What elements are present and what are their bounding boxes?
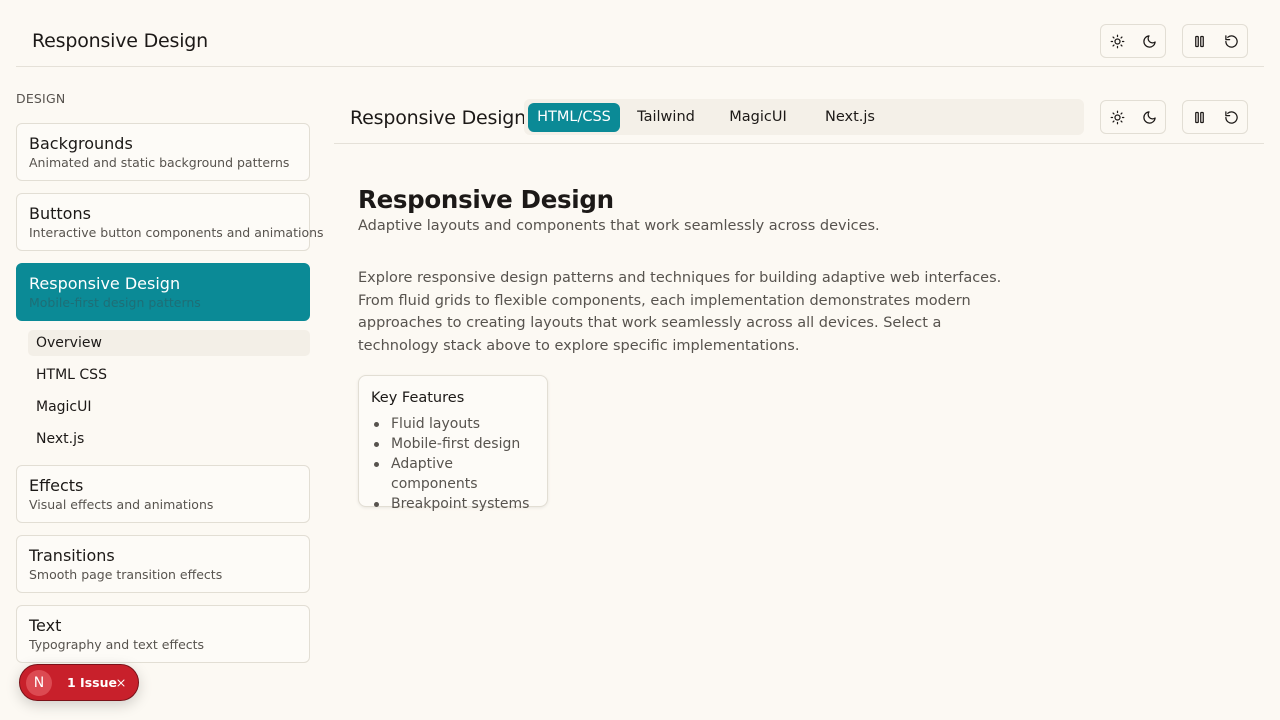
close-issue-button[interactable] — [112, 674, 130, 692]
sidebar-item-description: Smooth page transition effects — [29, 567, 223, 582]
issue-badge[interactable]: N 1 Issue — [19, 664, 139, 701]
sidebar-item-title: Effects — [29, 476, 84, 495]
sidebar-item-description: Visual effects and animations — [29, 497, 214, 512]
key-features-list: Fluid layouts Mobile-first design Adapti… — [371, 414, 535, 514]
reload-icon — [1224, 34, 1238, 48]
pause-button[interactable] — [1183, 25, 1215, 57]
feature-item: Breakpoint systems — [371, 494, 535, 514]
nextjs-avatar: N — [26, 670, 52, 696]
dark-mode-button[interactable] — [1133, 101, 1165, 133]
main-content: Responsive Design Adaptive layouts and c… — [358, 184, 1038, 358]
light-mode-button[interactable] — [1101, 101, 1133, 133]
content-animation-control-group — [1182, 100, 1248, 134]
sidebar-item-title: Transitions — [29, 546, 115, 565]
sidebar-subitem-overview[interactable]: Overview — [28, 330, 310, 356]
feature-item: Fluid layouts — [371, 414, 535, 434]
sidebar-item-buttons[interactable]: Buttons Interactive button components an… — [16, 193, 324, 251]
tab-tailwind[interactable]: Tailwind — [622, 103, 710, 132]
sidebar-item-title: Text — [29, 616, 62, 635]
light-mode-button[interactable] — [1101, 25, 1133, 57]
sidebar-item-title: Buttons — [29, 204, 91, 223]
theme-toggle-group — [1100, 24, 1166, 58]
tech-stack-tabs: HTML/CSS Tailwind MagicUI Next.js — [524, 99, 1084, 135]
sidebar-item-description: Mobile-first design patterns — [29, 295, 201, 310]
animation-control-group — [1182, 24, 1248, 58]
sidebar-item-text[interactable]: Text Typography and text effects — [16, 605, 310, 663]
app-title: Responsive Design — [32, 30, 209, 52]
sun-icon — [1110, 110, 1124, 124]
sidebar-item-title: Responsive Design — [29, 274, 181, 293]
sidebar-subitem-html-css[interactable]: HTML CSS — [28, 362, 310, 388]
dark-mode-button[interactable] — [1133, 25, 1165, 57]
sidebar-item-responsive-design[interactable]: Responsive Design Mobile-first design pa… — [16, 263, 310, 321]
page-title: Responsive Design — [358, 185, 614, 214]
sidebar-item-effects[interactable]: Effects Visual effects and animations — [16, 465, 310, 523]
issue-count-label: 1 Issue — [67, 675, 117, 690]
tab-nextjs[interactable]: Next.js — [806, 103, 894, 132]
feature-item: Adaptive components — [371, 454, 535, 494]
content-header-title: Responsive Design — [350, 107, 527, 129]
reload-button[interactable] — [1215, 101, 1247, 133]
sidebar-section-label: DESIGN — [16, 91, 66, 106]
pause-button[interactable] — [1183, 101, 1215, 133]
key-features-title: Key Features — [371, 390, 465, 406]
tab-html-css[interactable]: HTML/CSS — [528, 103, 620, 132]
pause-icon — [1194, 111, 1204, 123]
page-subtitle: Adaptive layouts and components that wor… — [358, 218, 880, 234]
feature-item: Mobile-first design — [371, 434, 535, 454]
page-description: Explore responsive design patterns and t… — [358, 270, 1002, 355]
key-features-card: Key Features Fluid layouts Mobile-first … — [358, 375, 548, 512]
moon-icon — [1142, 110, 1156, 124]
close-icon — [117, 679, 125, 687]
sun-icon — [1110, 34, 1124, 48]
content-theme-toggle-group — [1100, 100, 1166, 134]
sidebar-item-description: Typography and text effects — [29, 637, 205, 652]
tab-magicui[interactable]: MagicUI — [712, 103, 804, 132]
sidebar-item-title: Backgrounds — [29, 134, 133, 153]
sidebar-item-description: Animated and static background patterns — [29, 155, 290, 170]
sidebar-item-backgrounds[interactable]: Backgrounds Animated and static backgrou… — [16, 123, 310, 181]
sidebar-item-transitions[interactable]: Transitions Smooth page transition effec… — [16, 535, 310, 593]
sidebar-subitem-nextjs[interactable]: Next.js — [28, 426, 310, 452]
pause-icon — [1194, 35, 1204, 47]
moon-icon — [1142, 34, 1156, 48]
sidebar-item-description: Interactive button components and animat… — [29, 225, 324, 240]
top-bar: Responsive Design — [16, 0, 1264, 67]
reload-button[interactable] — [1215, 25, 1247, 57]
reload-icon — [1224, 110, 1238, 124]
sidebar-subitem-magicui[interactable]: MagicUI — [28, 394, 310, 420]
